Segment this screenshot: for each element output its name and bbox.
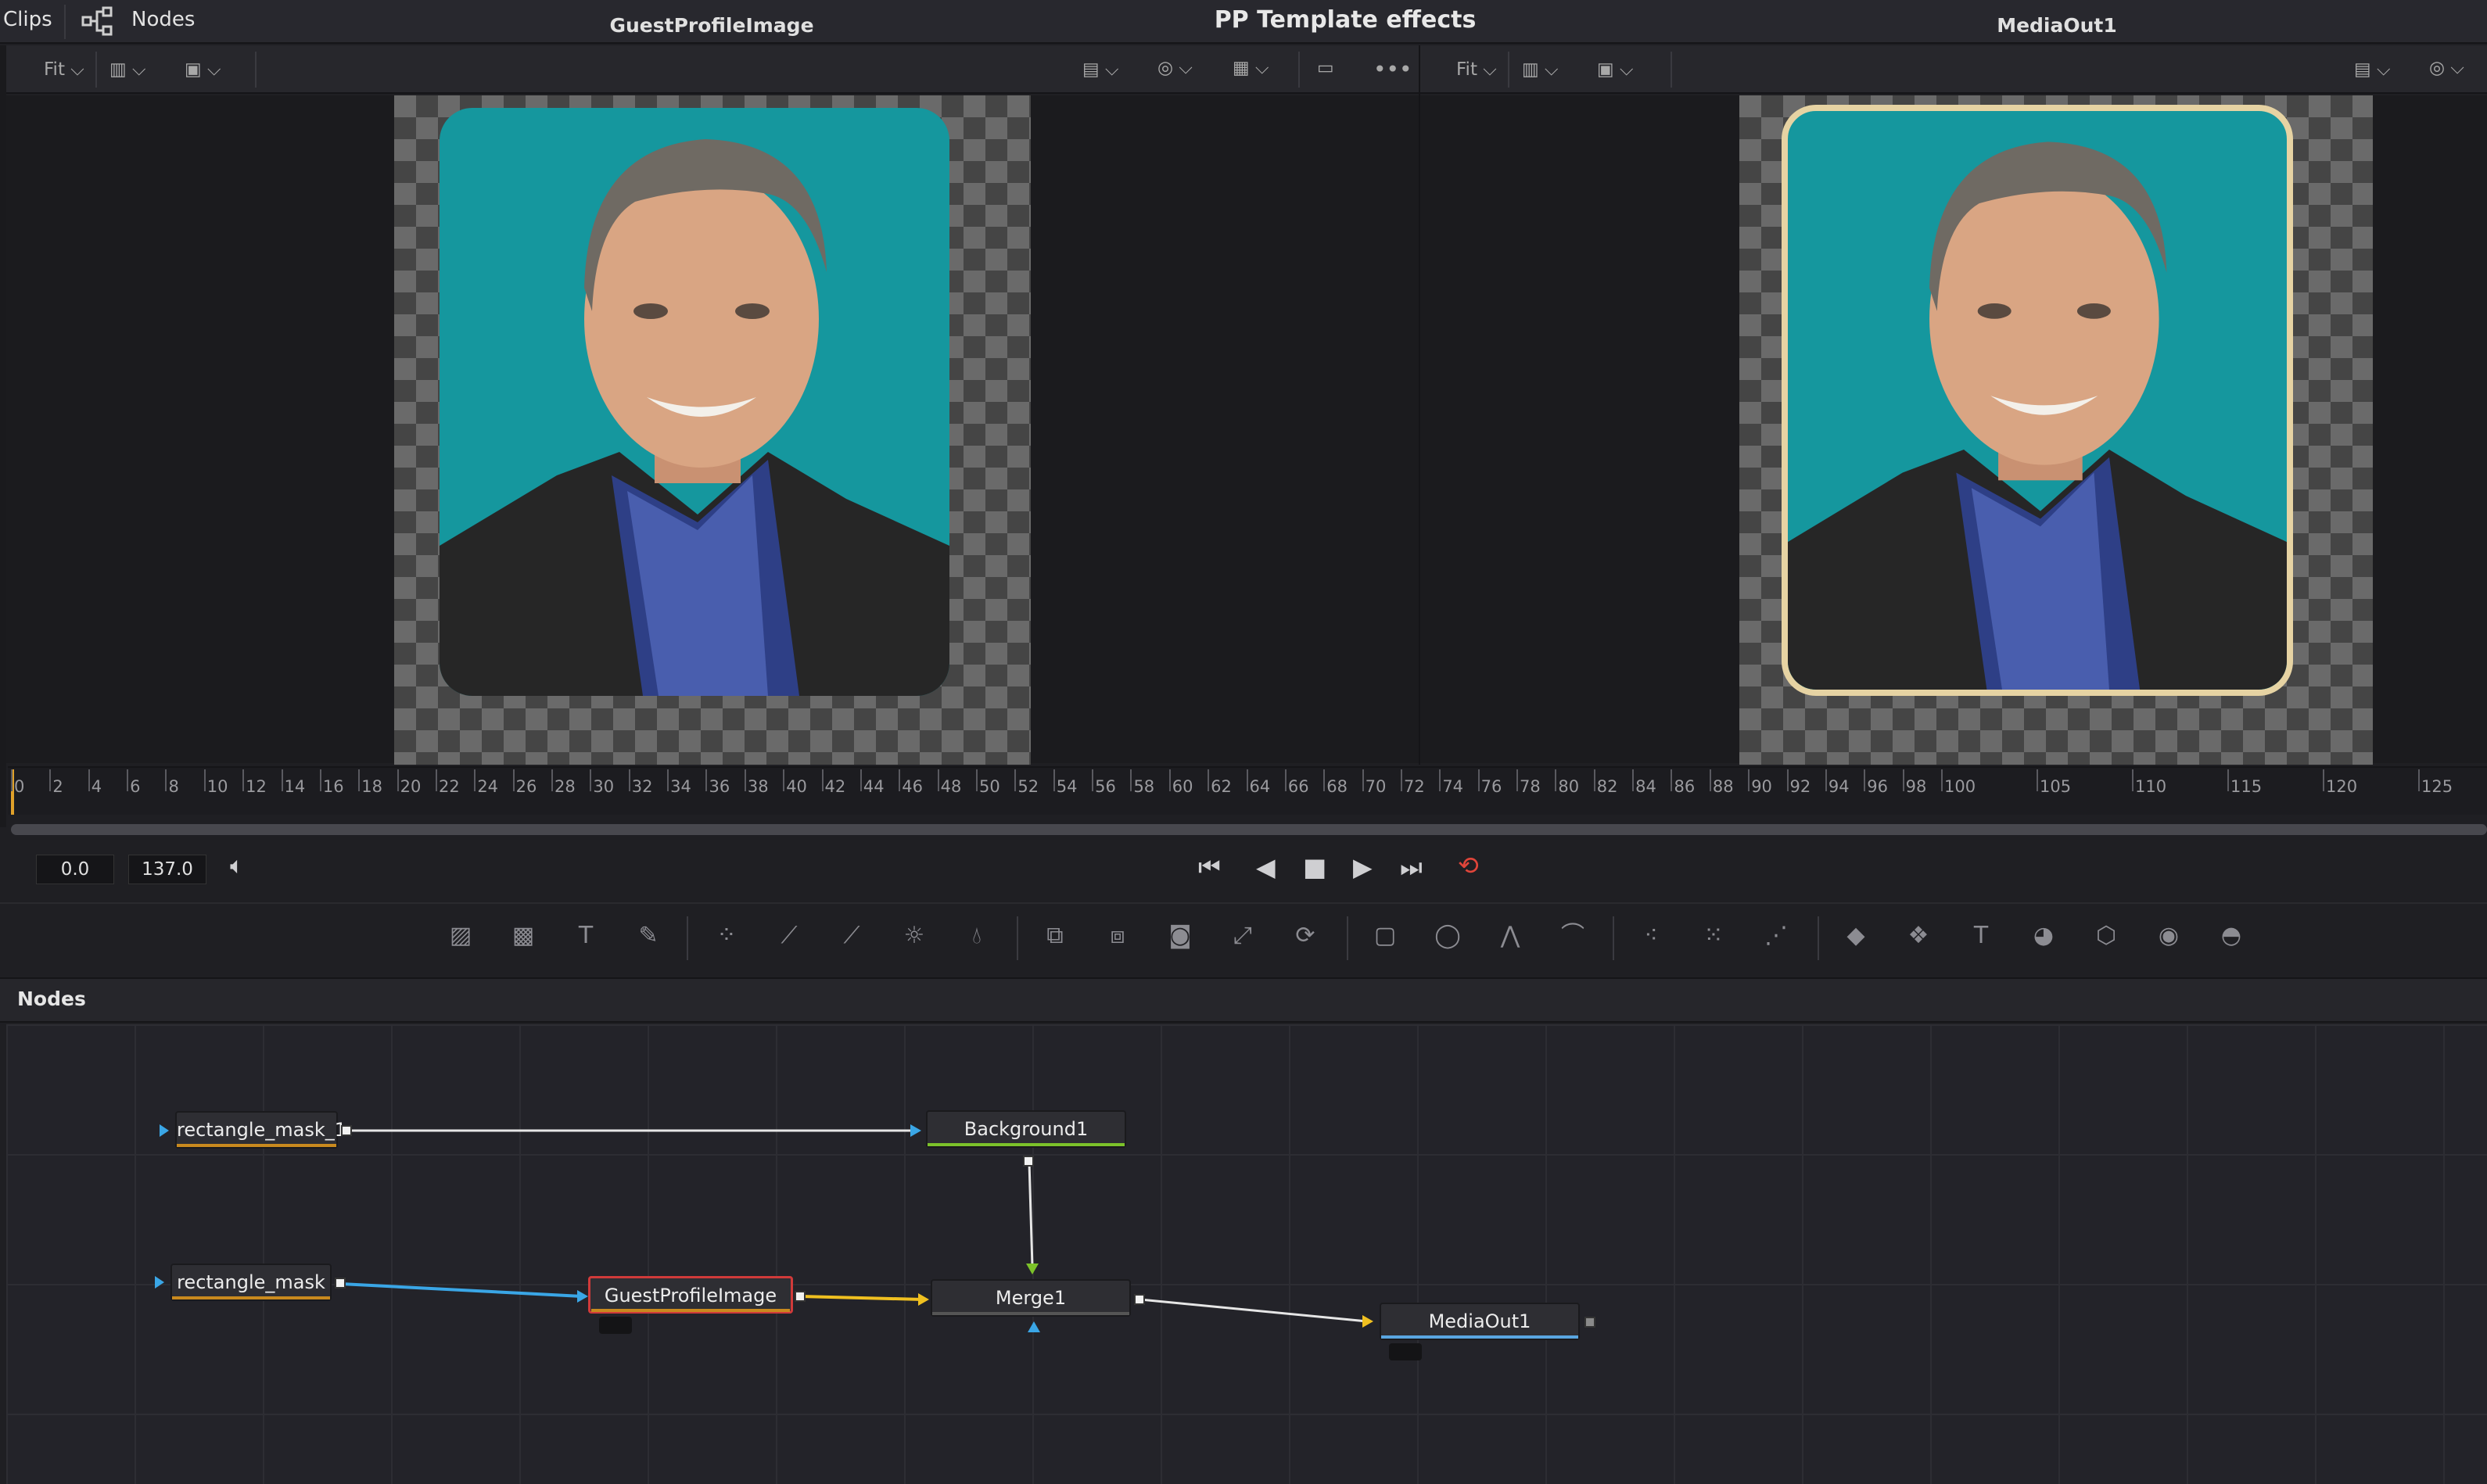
input-arrow <box>1026 1264 1039 1274</box>
node-underline <box>591 1309 790 1312</box>
output-port[interactable] <box>1023 1156 1034 1167</box>
output-port[interactable] <box>1134 1294 1145 1305</box>
node-underline <box>928 1143 1125 1146</box>
input-arrow <box>910 1124 921 1137</box>
node-rectangle-mask-1[interactable]: rectangle_mask_1 <box>175 1111 346 1149</box>
node-underline <box>177 1144 336 1147</box>
output-port[interactable] <box>795 1291 806 1302</box>
output-port[interactable] <box>341 1125 352 1136</box>
node-underline <box>1381 1335 1578 1339</box>
node-background1[interactable]: Background1 <box>926 1110 1126 1148</box>
node-merge1[interactable]: Merge1 <box>931 1279 1131 1317</box>
wire-merge-mediaout <box>1139 1298 1368 1323</box>
output-port[interactable] <box>335 1278 346 1289</box>
wire-guest-merge <box>800 1295 924 1301</box>
mask-input-arrow <box>1028 1321 1040 1332</box>
node-connections <box>155 1124 1373 1332</box>
input-arrow <box>160 1124 169 1137</box>
node-preview-toggle[interactable] <box>1389 1343 1422 1360</box>
wire-rect-guest <box>340 1282 583 1298</box>
output-port[interactable] <box>1584 1317 1595 1328</box>
node-preview-toggle[interactable] <box>599 1317 632 1334</box>
wire-background-merge <box>1028 1161 1034 1267</box>
input-arrow <box>155 1276 164 1289</box>
node-underline <box>172 1296 330 1299</box>
node-underline <box>932 1312 1129 1315</box>
input-arrow <box>577 1290 588 1303</box>
input-arrow <box>918 1293 929 1306</box>
node-guest-profile-image[interactable]: GuestProfileImage <box>588 1276 793 1314</box>
node-rectangle-mask[interactable]: rectangle_mask <box>170 1264 332 1301</box>
input-arrow <box>1362 1315 1373 1328</box>
node-mediaout1[interactable]: MediaOut1 <box>1380 1303 1580 1340</box>
